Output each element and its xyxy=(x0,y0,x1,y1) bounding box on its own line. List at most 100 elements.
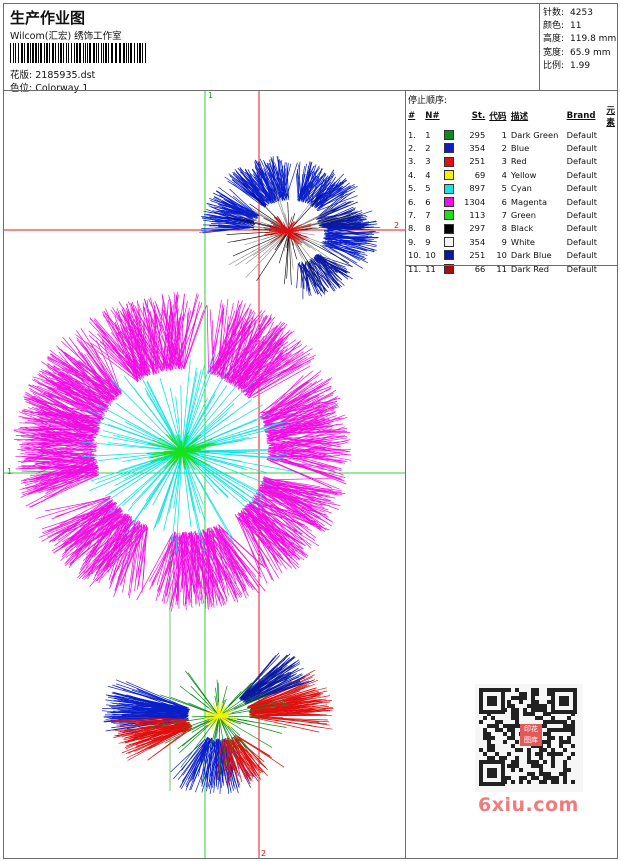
color-swatch xyxy=(443,250,454,261)
col-element: 元素 xyxy=(606,106,615,128)
row-code: 9 xyxy=(501,236,507,247)
row-description: Yellow xyxy=(510,169,537,180)
table-row: 8. 8 297 8 Black Default xyxy=(406,222,617,235)
row-code: 4 xyxy=(501,169,507,180)
col-swatch xyxy=(442,104,458,128)
row-stitches: 295 xyxy=(469,129,486,140)
table-row: 3. 3 251 3 Red Default xyxy=(406,155,617,168)
row-index: 9. xyxy=(408,236,416,247)
row-swatch xyxy=(442,222,458,235)
row-brand: Default xyxy=(566,129,597,140)
row-needle: 2 xyxy=(425,143,431,154)
row-element xyxy=(604,235,617,248)
row-index: 10. xyxy=(408,250,422,261)
row-brand: Default xyxy=(566,196,597,207)
row-index: 3. xyxy=(408,156,416,167)
bottom-flower xyxy=(101,652,334,794)
guide-h1-label: 1 xyxy=(7,467,13,476)
barcode xyxy=(10,43,146,63)
color-swatch xyxy=(443,183,454,194)
design-file-line: 花版: 2185935.dst xyxy=(10,67,95,81)
table-row: 9. 9 354 9 White Default xyxy=(406,235,617,248)
row-needle: 10 xyxy=(425,250,436,261)
stat-stitches: 针数: 4253 xyxy=(543,8,593,18)
row-description: Magenta xyxy=(510,196,548,207)
row-needle: 3 xyxy=(425,156,431,167)
table-row: 10. 10 251 10 Dark Blue Default xyxy=(406,249,617,262)
sheet-title: 生产作业图 xyxy=(10,9,86,27)
row-element xyxy=(604,195,617,208)
design-preview: 1 1 2 2 xyxy=(4,91,406,858)
row-stitches: 897 xyxy=(469,183,486,194)
color-swatch xyxy=(443,129,454,140)
row-stitches: 297 xyxy=(469,223,486,234)
top-flower xyxy=(199,156,381,300)
row-swatch xyxy=(442,168,458,181)
row-needle: 5 xyxy=(425,183,431,194)
production-sheet: 生产作业图 Wilcom(汇宏) 绣饰工作室 花版: 2185935.dst 色… xyxy=(3,3,618,859)
stat-width: 宽度: 65.9 mm xyxy=(543,47,611,58)
row-code: 6 xyxy=(501,196,507,207)
row-swatch xyxy=(442,128,458,141)
col-needle: N# xyxy=(425,111,440,121)
row-index: 5. xyxy=(408,183,416,194)
col-description: 描述 xyxy=(510,112,529,122)
guide-v2-label: 2 xyxy=(261,849,267,858)
row-stitches: 354 xyxy=(469,143,486,154)
row-description: Dark Blue xyxy=(510,250,552,261)
row-index: 7. xyxy=(408,210,416,221)
row-brand: Default xyxy=(566,183,597,194)
row-swatch xyxy=(442,208,458,221)
row-element xyxy=(604,182,617,195)
table-row: 7. 7 113 7 Green Default xyxy=(406,208,617,221)
guide-h2-label: 2 xyxy=(394,221,400,230)
row-element xyxy=(604,128,617,141)
row-stitches: 113 xyxy=(469,210,486,221)
row-code: 7 xyxy=(501,210,507,221)
table-row: 2. 2 354 2 Blue Default xyxy=(406,141,617,154)
row-element xyxy=(604,222,617,235)
row-description: Red xyxy=(510,156,527,167)
row-element xyxy=(604,155,617,168)
col-index: # xyxy=(408,111,416,121)
row-description: Black xyxy=(510,223,534,234)
table-header-row: # N# St. 代码 描述 Brand 元素 xyxy=(406,104,617,128)
stop-sequence-table: # N# St. 代码 描述 Brand 元素 1. 1 295 1 Dark Gree… xyxy=(406,104,617,275)
design-stats: 针数: 4253 颜色: 11 高度: 119.8 mm 宽度: 65.9 mm 比例:… xyxy=(543,7,616,73)
col-stitches: St. xyxy=(471,111,486,121)
row-description: Dark Green xyxy=(510,129,559,140)
site-watermark: 6xiu.com xyxy=(478,794,579,816)
row-swatch xyxy=(442,249,458,262)
row-needle: 7 xyxy=(425,210,431,221)
row-brand: Default xyxy=(566,236,597,247)
sheet-header: 生产作业图 Wilcom(汇宏) 绣饰工作室 花版: 2185935.dst 色… xyxy=(8,7,538,94)
row-code: 8 xyxy=(501,223,507,234)
table-row: 6. 6 1304 6 Magenta Default xyxy=(406,195,617,208)
row-index: 1. xyxy=(408,129,416,140)
row-element xyxy=(604,141,617,154)
row-brand: Default xyxy=(566,169,597,180)
color-swatch xyxy=(443,196,454,207)
row-swatch xyxy=(442,182,458,195)
row-description: White xyxy=(510,236,535,247)
table-row: 1. 1 295 1 Dark Green Default xyxy=(406,128,617,141)
row-swatch xyxy=(442,262,458,275)
color-swatch xyxy=(443,156,454,167)
row-stitches: 66 xyxy=(474,263,486,274)
row-index: 2. xyxy=(408,143,416,154)
color-swatch xyxy=(443,170,454,181)
embroidery-artwork xyxy=(4,91,405,858)
row-swatch xyxy=(442,235,458,248)
row-code: 11 xyxy=(496,263,507,274)
row-stitches: 69 xyxy=(474,169,486,180)
table-row: 5. 5 897 5 Cyan Default xyxy=(406,182,617,195)
row-needle: 6 xyxy=(425,196,431,207)
row-description: Blue xyxy=(510,143,530,154)
row-index: 6. xyxy=(408,196,416,207)
row-needle: 11 xyxy=(425,263,436,274)
row-element xyxy=(604,249,617,262)
row-brand: Default xyxy=(566,263,597,274)
row-needle: 4 xyxy=(425,169,431,180)
row-index: 11. xyxy=(408,263,422,274)
row-description: Dark Red xyxy=(510,263,549,274)
